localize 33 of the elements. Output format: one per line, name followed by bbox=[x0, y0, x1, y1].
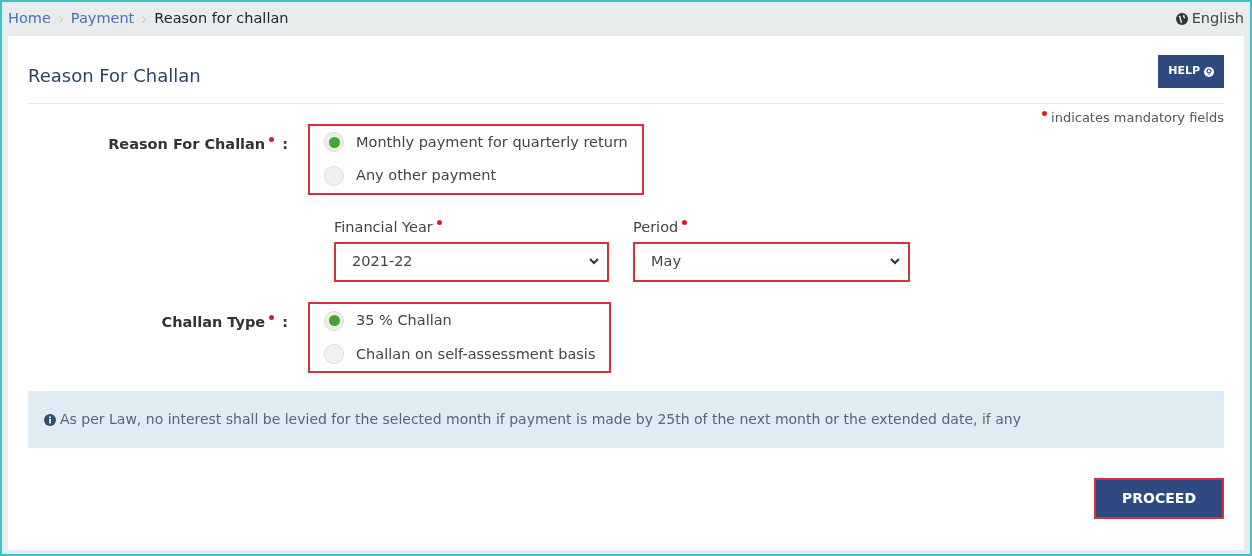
radio-button[interactable] bbox=[324, 166, 344, 187]
card-title: Reason For Challan bbox=[28, 64, 201, 88]
help-icon bbox=[1204, 66, 1214, 77]
mandatory-note: indicates mandatory fields bbox=[1051, 109, 1224, 127]
radio-label[interactable]: 35 % Challan bbox=[356, 309, 452, 332]
required-mark bbox=[1042, 108, 1048, 116]
proceed-button[interactable]: PROCEED bbox=[1096, 480, 1222, 518]
select-field[interactable]: May bbox=[633, 241, 910, 282]
breadcrumb-current: Reason for challan bbox=[154, 9, 289, 29]
caret-icon bbox=[890, 258, 900, 266]
help-button[interactable]: HELP bbox=[1158, 55, 1224, 88]
chevron-icon bbox=[58, 15, 63, 23]
field-label: Reason For Challan bbox=[108, 135, 266, 152]
language-link[interactable]: English bbox=[1191, 8, 1244, 30]
breadcrumb-link[interactable]: Payment bbox=[70, 8, 135, 30]
breadcrumb-link[interactable]: Home bbox=[8, 8, 51, 30]
radio-button[interactable] bbox=[324, 310, 344, 331]
info-message: As per Law, no interest shall be levied for the selected month if payment is made by 25th of the next month or the extended date, if any bbox=[60, 410, 1021, 430]
globe-icon bbox=[1175, 13, 1188, 25]
field-label: Financial Year bbox=[334, 219, 433, 235]
radio-label[interactable]: Any other payment bbox=[356, 165, 497, 187]
field-label: Period bbox=[633, 219, 679, 235]
colon: : bbox=[282, 135, 288, 152]
select-field[interactable]: 2021-22 bbox=[334, 241, 609, 282]
radio-button[interactable] bbox=[324, 344, 344, 365]
radio-label[interactable]: Monthly payment for quarterly return bbox=[356, 131, 628, 154]
colon: : bbox=[282, 313, 288, 330]
info-icon bbox=[44, 413, 56, 426]
field-label: Challan Type bbox=[161, 313, 266, 330]
radio-label[interactable]: Challan on self-assessment basis bbox=[356, 343, 596, 366]
caret-icon bbox=[589, 258, 599, 266]
chevron-icon bbox=[142, 15, 147, 23]
radio-button[interactable] bbox=[324, 132, 344, 153]
